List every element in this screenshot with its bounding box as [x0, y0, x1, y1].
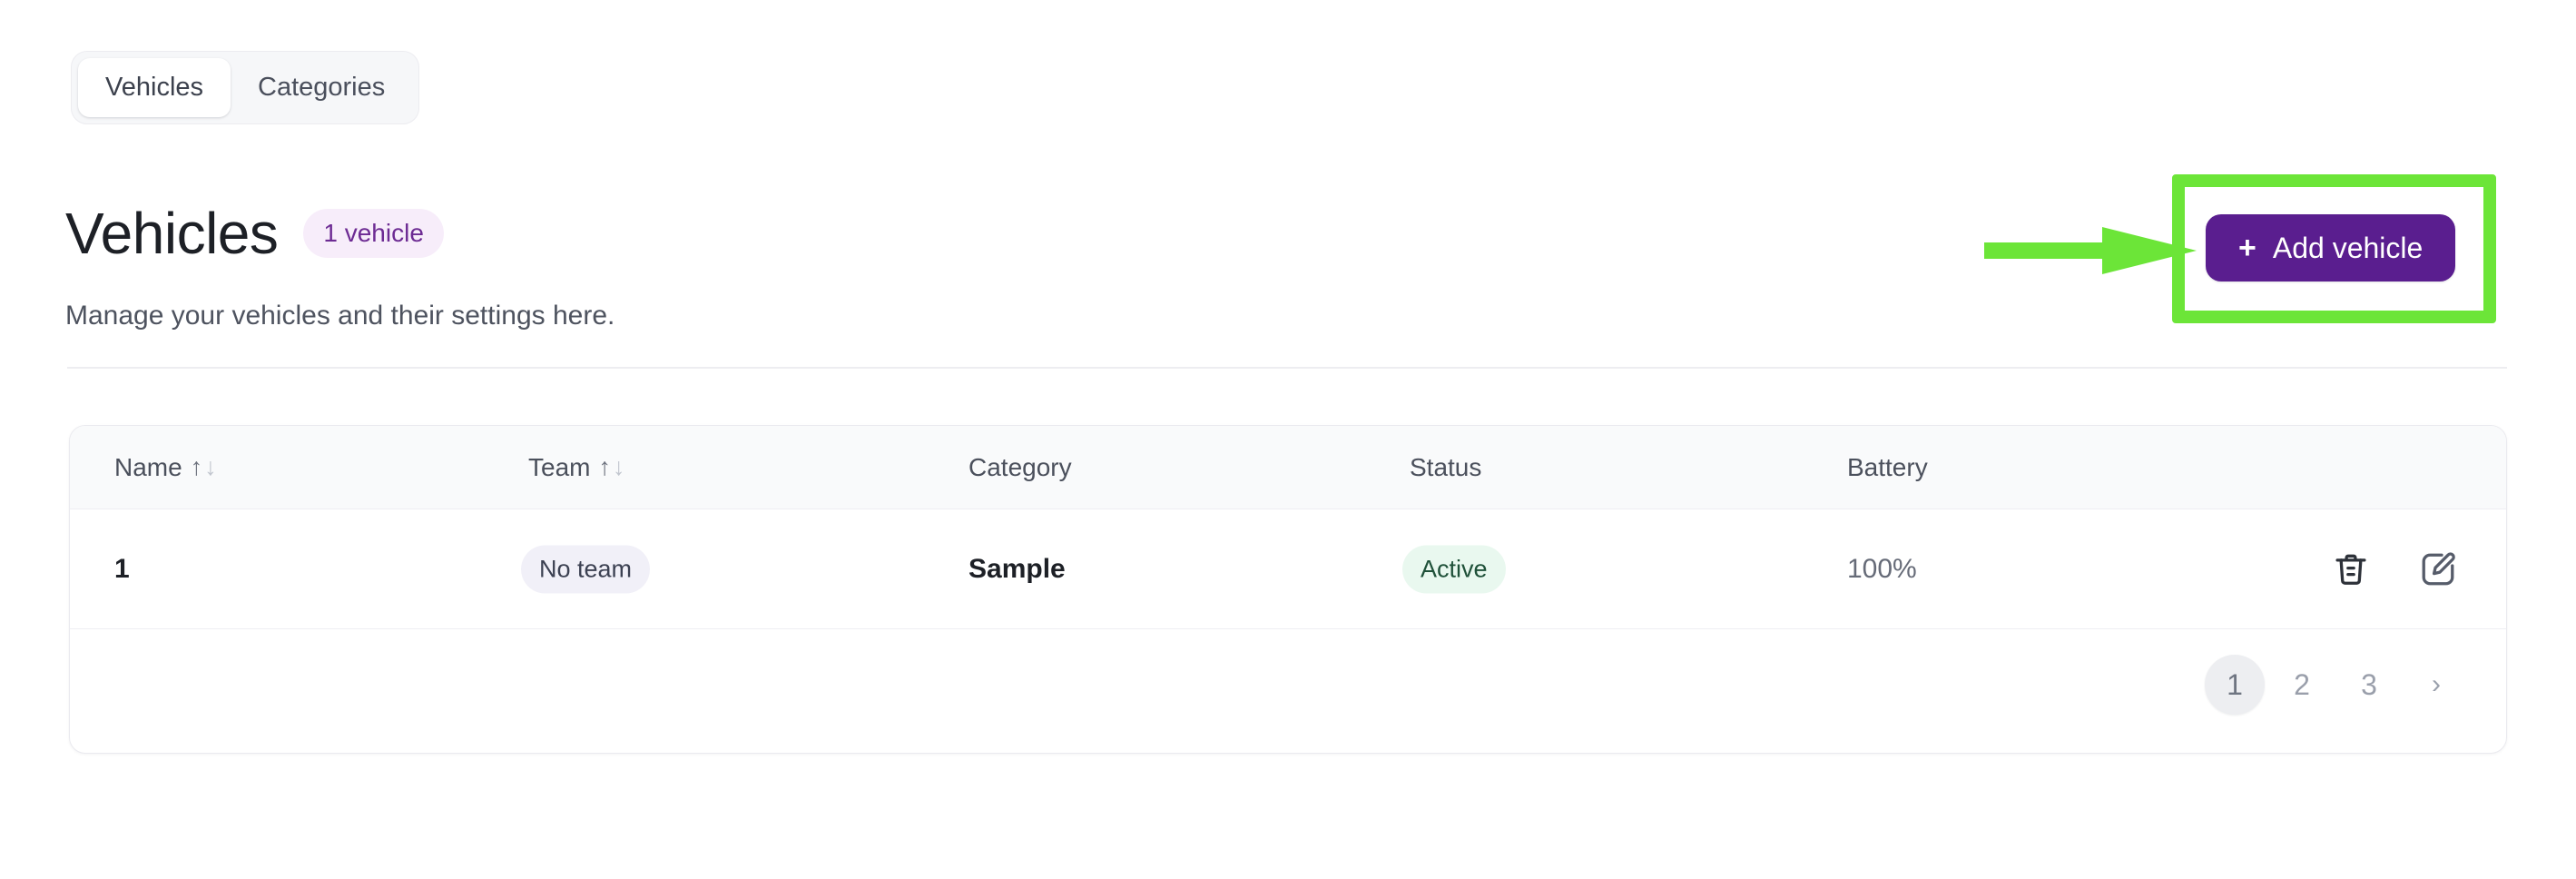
pagination: 1 2 3 ›	[2205, 655, 2466, 715]
column-header-status: Status	[1410, 452, 1482, 481]
tab-vehicles[interactable]: Vehicles	[78, 58, 231, 117]
table-header-row: Name ↑ ↓ Team ↑ ↓ Category Status Battery	[70, 426, 2506, 509]
delete-icon[interactable]	[2330, 548, 2372, 590]
add-vehicle-button[interactable]: + Add vehicle	[2206, 214, 2456, 281]
row-actions	[2330, 548, 2459, 590]
vehicles-page: Vehicles Categories Vehicles 1 vehicle M…	[0, 0, 2576, 879]
tab-group: Vehicles Categories	[71, 51, 420, 124]
page-subtitle: Manage your vehicles and their settings …	[65, 301, 615, 331]
page-1-button[interactable]: 1	[2205, 655, 2265, 715]
title-wrap: Vehicles 1 vehicle	[65, 204, 444, 262]
cell-name: 1	[114, 553, 130, 584]
sort-icon-name[interactable]: ↑ ↓	[191, 455, 217, 479]
plus-icon: +	[2238, 231, 2256, 265]
cell-status: Active	[1402, 545, 1506, 593]
cell-battery: 100%	[1847, 553, 1917, 584]
column-header-team[interactable]: Team ↑ ↓	[528, 454, 624, 480]
column-header-category: Category	[968, 452, 1072, 481]
add-vehicle-label: Add vehicle	[2272, 232, 2424, 264]
edit-icon[interactable]	[2417, 548, 2459, 590]
header-divider	[67, 367, 2507, 369]
sort-icon-team[interactable]: ↑ ↓	[598, 455, 624, 479]
column-header-name[interactable]: Name ↑ ↓	[114, 454, 217, 480]
next-page-chevron-icon[interactable]: ›	[2406, 655, 2466, 715]
cell-team: No team	[521, 545, 651, 593]
cell-category: Sample	[968, 553, 1066, 584]
status-badge: Active	[1402, 545, 1506, 593]
table-row[interactable]: 1 No team Sample Active 100%	[70, 509, 2506, 629]
page-header: Vehicles 1 vehicle	[65, 204, 2507, 262]
page-2-button[interactable]: 2	[2272, 655, 2332, 715]
vehicle-count-badge: 1 vehicle	[303, 209, 444, 258]
page-title: Vehicles	[65, 201, 279, 266]
tab-categories[interactable]: Categories	[231, 58, 412, 117]
vehicles-table: Name ↑ ↓ Team ↑ ↓ Category Status Battery …	[69, 425, 2507, 754]
column-header-battery: Battery	[1847, 452, 1928, 481]
page-3-button[interactable]: 3	[2339, 655, 2399, 715]
team-badge: No team	[521, 545, 651, 593]
